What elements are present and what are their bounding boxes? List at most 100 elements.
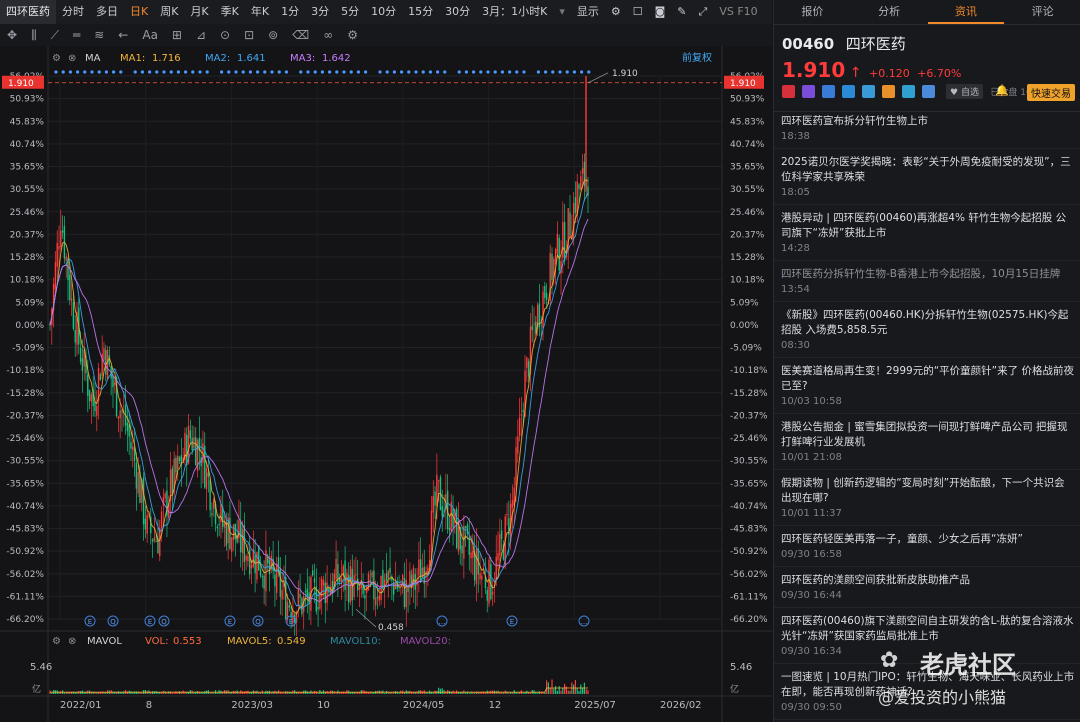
kline-chart[interactable]: ⚙ ⊗ MA MA1: 1.716 MA2: 1.641 MA3: 1.642 … [0, 46, 772, 722]
news-item[interactable]: 港股异动 | 四环医药(00460)再涨超4% 轩竹生物今起招股 公司旗下“冻妍… [774, 205, 1080, 261]
news-item[interactable]: 四环医药宣布拆分轩竹生物上市 18:38 [774, 108, 1080, 149]
signal-dot [54, 70, 58, 74]
camera-icon[interactable]: ◙ [649, 0, 672, 24]
x-tick-label: 2022/01 [60, 700, 102, 711]
candle-body [376, 597, 379, 599]
eye-icon[interactable]: ⊚ [261, 28, 285, 42]
magnet-icon[interactable]: ⊙ [213, 28, 237, 42]
hk-flag-icon[interactable] [782, 85, 795, 98]
shuffle-icon[interactable] [822, 85, 835, 98]
news-item[interactable]: 假期读物 | 创新药逻辑的“变局时刻”开始酝酿，下一个共识会出现在哪? 10/01… [774, 470, 1080, 526]
candle-body [418, 559, 420, 576]
candle-body [259, 569, 262, 576]
news-item[interactable]: 四环医药轻医美再落一子，童颜、少女之后再“冻妍” 09/30 16:58 [774, 526, 1080, 567]
period-3[interactable]: 周K [154, 0, 184, 24]
checkbox-icon[interactable]: ☐ [627, 0, 649, 24]
settings-icon[interactable]: ⚙ [52, 636, 61, 647]
period-12[interactable]: 30分 [439, 0, 476, 24]
gear-icon[interactable]: ⚙ [340, 28, 365, 42]
signal-dot [436, 70, 440, 74]
news-item[interactable]: 《新股》四环医药(00460.HK)分拆轩竹生物(02575.HK)今起招股 入… [774, 302, 1080, 358]
settings-icon[interactable]: ⚙ [605, 0, 627, 24]
ruler-icon[interactable]: ⊞ [165, 28, 189, 42]
stock-tab[interactable]: 四环医药 [0, 0, 56, 24]
close-icon[interactable]: ⊗ [68, 53, 76, 64]
news-item[interactable]: 四环医药分拆轩竹生物-B香港上市今起招股，10月15日挂牌 13:54 [774, 261, 1080, 302]
volume-bar [76, 692, 78, 694]
period-1[interactable]: 多日 [90, 0, 124, 24]
candle-body [132, 446, 134, 451]
draw-icon[interactable]: ✎ [671, 0, 692, 24]
signal-dots [54, 70, 591, 74]
watchlist-button[interactable]: ♥ 自选 [946, 84, 983, 99]
signal-dot [565, 70, 569, 74]
trash-icon[interactable]: ⌫ [285, 28, 316, 42]
period-4[interactable]: 月K [184, 0, 214, 24]
wave-icon[interactable] [882, 85, 895, 98]
link-icon[interactable]: ∞ [316, 28, 340, 42]
signal-dot [97, 70, 101, 74]
close-icon[interactable]: ⊗ [68, 636, 76, 647]
volume-bar [465, 692, 467, 694]
lock-icon[interactable]: ⊡ [237, 28, 261, 42]
adjust-button[interactable]: 前复权 [682, 51, 712, 64]
signal-dot [198, 70, 202, 74]
news-title: 2025诺贝尔医学奖揭晓：表彰“关于外周免疫耐受的发现”，三位科学家共享殊荣 [781, 156, 1071, 183]
display-button[interactable]: 显示 [571, 0, 605, 24]
y-tick-label: -56.02% [6, 570, 44, 580]
lines-icon[interactable]: ⫼ [24, 28, 44, 43]
signal-dot [270, 70, 274, 74]
period-2[interactable]: 日K [124, 0, 154, 24]
news-item[interactable]: 四环医药的渼颜空间获批新皮肤助推产品 09/30 16:44 [774, 567, 1080, 608]
event-label: … [581, 618, 588, 626]
news-item[interactable]: 医美赛道格局再生变！2999元的“平价童颜针”来了 价格战前夜已至? 10/03 … [774, 358, 1080, 414]
panel-tab-1[interactable]: 分析 [851, 0, 928, 24]
period-6[interactable]: 年K [245, 0, 275, 24]
period-11[interactable]: 15分 [402, 0, 439, 24]
hline-icon[interactable]: ═ [66, 28, 87, 42]
candle-body [353, 575, 355, 598]
fib-icon[interactable]: ≋ [87, 28, 111, 42]
period-9[interactable]: 5分 [335, 0, 365, 24]
period-7[interactable]: 1分 [275, 0, 305, 24]
volume-bar [151, 691, 154, 694]
crosshair-icon[interactable]: ✥ [0, 28, 24, 42]
volume-bar [103, 692, 105, 694]
y-tick-label: -15.28% [730, 389, 768, 399]
news-item[interactable]: 2025诺贝尔医学奖揭晓：表彰“关于外周免疫耐受的发现”，三位科学家共享殊荣 18… [774, 149, 1080, 205]
period-0[interactable]: 分时 [56, 0, 90, 24]
vol-name[interactable]: MAVOL [87, 636, 122, 647]
volume-bar [438, 687, 440, 694]
bell-icon[interactable]: 🔔 [995, 84, 1009, 97]
arrow-icon[interactable]: ← [111, 28, 135, 42]
signal-dot [457, 70, 461, 74]
range-select[interactable]: 3月：1小时K [476, 0, 553, 24]
news-item[interactable]: 港股公告掘金 | 蜜雪集团拟投资一间现打鲜啤产品公司 把握现打鲜啤行业发展机 10… [774, 414, 1080, 470]
period-10[interactable]: 10分 [365, 0, 402, 24]
y-tick-label: 25.46% [10, 208, 45, 218]
dropdown-icon[interactable]: ▾ [553, 0, 571, 24]
panel-tab-0[interactable]: 报价 [774, 0, 851, 24]
chat-icon[interactable] [902, 85, 915, 98]
settings-icon[interactable]: ⚙ [52, 53, 61, 64]
quick-trade-button[interactable]: 快速交易 [1027, 84, 1075, 101]
s-icon[interactable] [842, 85, 855, 98]
candle-body [299, 594, 301, 598]
panel-tab-3[interactable]: 评论 [1004, 0, 1080, 24]
compare-button[interactable]: VS F10 [713, 0, 763, 24]
signal-dot [155, 70, 159, 74]
text-icon[interactable]: Aa [135, 28, 165, 42]
ma-name[interactable]: MA [85, 53, 101, 64]
volume-bar [238, 692, 240, 694]
panel-tab-2[interactable]: 资讯 [927, 0, 1005, 24]
s2-icon[interactable] [862, 85, 875, 98]
doc-icon[interactable] [922, 85, 935, 98]
period-8[interactable]: 3分 [305, 0, 335, 24]
period-5[interactable]: 季K [215, 0, 245, 24]
connect-icon[interactable] [802, 85, 815, 98]
candle-body [481, 575, 483, 580]
trendline-icon[interactable]: ⟋ [44, 28, 66, 43]
signal-dot [313, 70, 317, 74]
expand-icon[interactable]: ⤢ [693, 0, 714, 24]
measure-icon[interactable]: ⊿ [189, 28, 213, 42]
